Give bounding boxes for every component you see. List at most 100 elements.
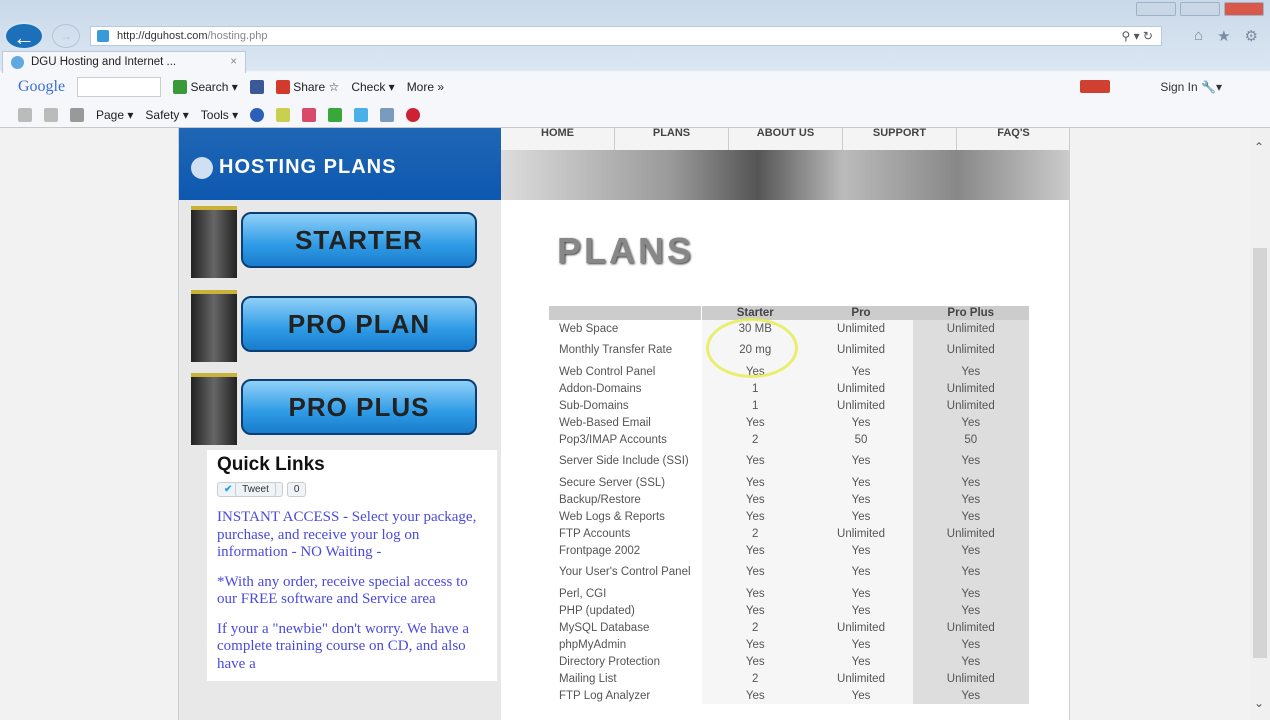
pro-plus-plan-button[interactable]: PRO PLUS [191,373,477,445]
read-mail-icon[interactable] [44,108,58,122]
pro-cell: Yes [809,542,913,559]
instant-access-link[interactable]: INSTANT ACCESS - Select your package, pu… [217,509,491,562]
favorites-star-icon[interactable]: ★ [1217,27,1230,45]
safety-menu[interactable]: Safety ▾ [145,108,188,122]
pro-cell: Unlimited [809,619,913,636]
starter-cell: Yes [700,508,809,525]
table-row: Addon-Domains 1 Unlimited Unlimited [549,380,1029,397]
feature-cell: Backup/Restore [559,493,641,506]
pro-plus-cell: Unlimited [913,525,1029,542]
home-feeds-icon[interactable] [18,108,32,122]
starter-cell: Yes [700,653,809,670]
home-icon[interactable]: ⌂ [1194,27,1203,45]
ie-tab-icon [11,56,24,69]
pro-cell: Yes [809,602,913,619]
window-controls [1136,2,1264,16]
browser-tab[interactable]: DGU Hosting and Internet ... × [2,51,246,73]
table-row: PHP (updated) Yes Yes Yes [549,602,1029,619]
search-refresh-icon[interactable]: ⚲ ▾ ↻ [1121,27,1153,45]
more-button[interactable]: More » [407,80,444,94]
starter-plan-button[interactable]: STARTER [191,206,477,278]
search-button[interactable]: Search ▾ [173,80,238,95]
google-search-input[interactable] [77,77,162,97]
feature-cell: Secure Server (SSL) [559,476,666,489]
starter-cell: 2 [700,525,809,542]
search-icon [173,80,188,95]
pro-plus-cell: Yes [913,474,1029,491]
server-icon [191,206,237,278]
mail-icon[interactable] [302,108,317,122]
header-feature [549,306,701,320]
header-pro-plus: Pro Plus [913,306,1029,320]
plans-heading: PLANS [557,230,695,271]
table-row: Backup/Restore Yes Yes Yes [549,491,1029,508]
pro-plus-cell: Yes [913,687,1029,704]
table-row: Mailing List 2 Unlimited Unlimited [549,670,1029,687]
notification-badge[interactable] [1080,80,1110,93]
tab-close-icon[interactable]: × [230,52,237,72]
nav-home[interactable]: HOME [501,128,615,150]
feature-cell: FTP Accounts [559,527,631,540]
addon-icon[interactable] [276,108,291,122]
feature-cell: Web Space [559,322,619,335]
nav-plans[interactable]: PLANS [615,128,729,150]
back-button[interactable]: ← [4,22,44,50]
pro-cell: Yes [809,687,913,704]
feature-cell: FTP Log Analyzer [559,689,651,702]
table-row: Frontpage 2002 Yes Yes Yes [549,542,1029,559]
starter-cell: 2 [700,431,809,448]
pro-plus-cell: Unlimited [913,320,1029,337]
pro-plus-cell: Yes [913,414,1029,431]
site-header: HOSTING PLANS [179,128,501,200]
feature-cell: Mailing List [559,672,617,685]
address-bar[interactable]: http://dguhost.com/hosting.php ⚲ ▾ ↻ [90,26,1162,46]
scrollbar-thumb[interactable] [1253,248,1267,658]
pro-cell: Yes [809,653,913,670]
pro-cell: Unlimited [809,525,913,542]
forward-button[interactable]: → [52,24,80,48]
pinterest-icon[interactable] [406,108,421,122]
feature-cell: Perl, CGI [559,587,607,600]
feature-cell: Addon-Domains [559,382,642,395]
pro-cell: Yes [809,636,913,653]
nav-support[interactable]: SUPPORT [843,128,957,150]
scrollbar[interactable]: ⌃ ⌄ [1250,128,1270,720]
share-button[interactable]: Share ☆ [275,80,339,95]
pro-cell: 50 [809,431,913,448]
settings-gear-icon[interactable]: ⚙ [1245,27,1258,45]
help-icon[interactable] [250,108,265,122]
check-button[interactable]: Check ▾ [351,80,394,94]
table-row: FTP Log Analyzer Yes Yes Yes [549,687,1029,704]
sign-in-button[interactable]: Sign In 🔧▾ [1160,80,1222,94]
tweet-button[interactable]: ✔ Tweet [217,482,283,497]
server-icon [191,373,237,445]
nav-about[interactable]: ABOUT US [729,128,843,150]
pro-plan-button[interactable]: PRO PLAN [191,290,477,362]
scroll-down-icon[interactable]: ⌄ [1254,696,1264,710]
feature-cell: Pop3/IMAP Accounts [559,433,667,446]
facebook-icon[interactable] [249,80,264,94]
minimize-button[interactable] [1136,2,1176,16]
page-menu[interactable]: Page ▾ [96,108,133,122]
header-pro: Pro [809,306,913,320]
maximize-button[interactable] [1180,2,1220,16]
pro-cell: Yes [809,448,913,474]
pro-cell: Yes [809,585,913,602]
close-window-button[interactable] [1224,2,1264,16]
pro-plus-cell: Yes [913,508,1029,525]
nav-faqs[interactable]: FAQ'S [957,128,1069,150]
skype-icon[interactable] [354,108,369,122]
share-icon [275,80,290,95]
scroll-up-icon[interactable]: ⌃ [1254,140,1264,154]
pro-cell: Yes [809,363,913,380]
feature-cell: MySQL Database [559,621,650,634]
pro-cell: Yes [809,559,913,585]
addon-blue-icon[interactable] [380,108,395,122]
pro-plus-cell: Yes [913,363,1029,380]
feature-cell: Your User's Control Panel [559,566,691,578]
print-icon[interactable] [70,108,84,122]
starter-cell: Yes [700,636,809,653]
tools-menu[interactable]: Tools ▾ [201,108,238,122]
addon-green-icon[interactable] [328,108,343,122]
starter-cell: Yes [700,602,809,619]
